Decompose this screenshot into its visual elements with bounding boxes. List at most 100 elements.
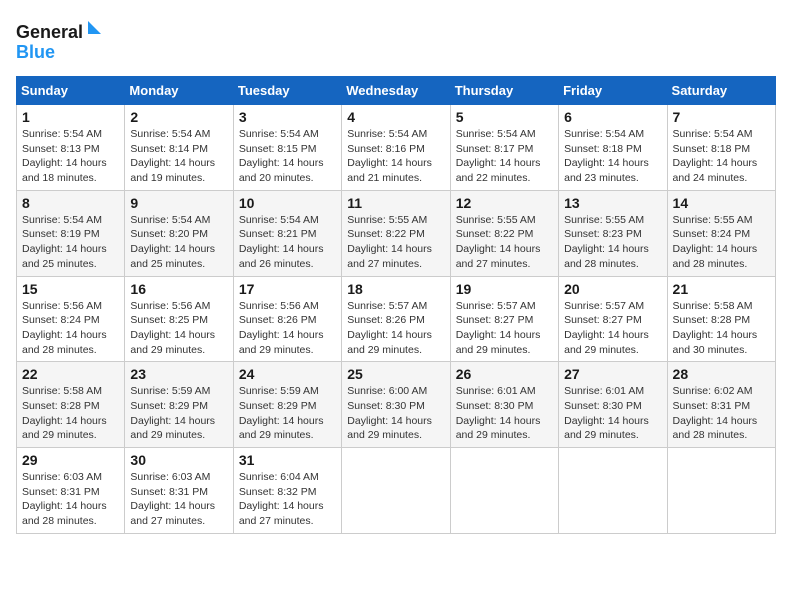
day-info: Sunrise: 5:59 AMSunset: 8:29 PMDaylight:… xyxy=(239,384,336,443)
day-number: 26 xyxy=(456,366,553,382)
day-number: 13 xyxy=(564,195,661,211)
weekday-header-row: SundayMondayTuesdayWednesdayThursdayFrid… xyxy=(17,77,776,105)
day-number: 4 xyxy=(347,109,444,125)
calendar-week-row: 8 Sunrise: 5:54 AMSunset: 8:19 PMDayligh… xyxy=(17,190,776,276)
day-info: Sunrise: 5:54 AMSunset: 8:19 PMDaylight:… xyxy=(22,213,119,272)
calendar-week-row: 15 Sunrise: 5:56 AMSunset: 8:24 PMDaylig… xyxy=(17,276,776,362)
day-number: 22 xyxy=(22,366,119,382)
svg-text:General: General xyxy=(16,22,83,42)
day-info: Sunrise: 5:56 AMSunset: 8:26 PMDaylight:… xyxy=(239,299,336,358)
header: GeneralBlue xyxy=(16,16,776,66)
calendar-cell: 19 Sunrise: 5:57 AMSunset: 8:27 PMDaylig… xyxy=(450,276,558,362)
day-number: 20 xyxy=(564,281,661,297)
calendar-cell: 7 Sunrise: 5:54 AMSunset: 8:18 PMDayligh… xyxy=(667,105,775,191)
calendar-cell: 25 Sunrise: 6:00 AMSunset: 8:30 PMDaylig… xyxy=(342,362,450,448)
calendar-cell: 6 Sunrise: 5:54 AMSunset: 8:18 PMDayligh… xyxy=(559,105,667,191)
calendar-cell: 22 Sunrise: 5:58 AMSunset: 8:28 PMDaylig… xyxy=(17,362,125,448)
calendar-cell: 13 Sunrise: 5:55 AMSunset: 8:23 PMDaylig… xyxy=(559,190,667,276)
day-number: 11 xyxy=(347,195,444,211)
day-number: 15 xyxy=(22,281,119,297)
day-info: Sunrise: 5:54 AMSunset: 8:16 PMDaylight:… xyxy=(347,127,444,186)
day-info: Sunrise: 5:54 AMSunset: 8:13 PMDaylight:… xyxy=(22,127,119,186)
day-number: 19 xyxy=(456,281,553,297)
day-number: 23 xyxy=(130,366,227,382)
day-number: 18 xyxy=(347,281,444,297)
calendar-cell: 29 Sunrise: 6:03 AMSunset: 8:31 PMDaylig… xyxy=(17,448,125,534)
calendar-week-row: 1 Sunrise: 5:54 AMSunset: 8:13 PMDayligh… xyxy=(17,105,776,191)
day-info: Sunrise: 5:56 AMSunset: 8:24 PMDaylight:… xyxy=(22,299,119,358)
calendar-cell: 4 Sunrise: 5:54 AMSunset: 8:16 PMDayligh… xyxy=(342,105,450,191)
day-info: Sunrise: 5:55 AMSunset: 8:22 PMDaylight:… xyxy=(347,213,444,272)
calendar-cell: 24 Sunrise: 5:59 AMSunset: 8:29 PMDaylig… xyxy=(233,362,341,448)
day-info: Sunrise: 5:59 AMSunset: 8:29 PMDaylight:… xyxy=(130,384,227,443)
weekday-header-tuesday: Tuesday xyxy=(233,77,341,105)
calendar-cell: 21 Sunrise: 5:58 AMSunset: 8:28 PMDaylig… xyxy=(667,276,775,362)
calendar-cell: 14 Sunrise: 5:55 AMSunset: 8:24 PMDaylig… xyxy=(667,190,775,276)
calendar-week-row: 22 Sunrise: 5:58 AMSunset: 8:28 PMDaylig… xyxy=(17,362,776,448)
calendar-cell: 23 Sunrise: 5:59 AMSunset: 8:29 PMDaylig… xyxy=(125,362,233,448)
day-number: 8 xyxy=(22,195,119,211)
day-info: Sunrise: 5:54 AMSunset: 8:17 PMDaylight:… xyxy=(456,127,553,186)
calendar-cell xyxy=(667,448,775,534)
day-info: Sunrise: 6:01 AMSunset: 8:30 PMDaylight:… xyxy=(564,384,661,443)
day-info: Sunrise: 6:02 AMSunset: 8:31 PMDaylight:… xyxy=(673,384,770,443)
weekday-header-thursday: Thursday xyxy=(450,77,558,105)
day-info: Sunrise: 5:54 AMSunset: 8:18 PMDaylight:… xyxy=(673,127,770,186)
calendar-cell: 18 Sunrise: 5:57 AMSunset: 8:26 PMDaylig… xyxy=(342,276,450,362)
calendar-cell: 31 Sunrise: 6:04 AMSunset: 8:32 PMDaylig… xyxy=(233,448,341,534)
day-number: 31 xyxy=(239,452,336,468)
day-info: Sunrise: 5:57 AMSunset: 8:27 PMDaylight:… xyxy=(564,299,661,358)
calendar-week-row: 29 Sunrise: 6:03 AMSunset: 8:31 PMDaylig… xyxy=(17,448,776,534)
calendar-cell: 2 Sunrise: 5:54 AMSunset: 8:14 PMDayligh… xyxy=(125,105,233,191)
day-number: 28 xyxy=(673,366,770,382)
weekday-header-saturday: Saturday xyxy=(667,77,775,105)
day-info: Sunrise: 5:58 AMSunset: 8:28 PMDaylight:… xyxy=(22,384,119,443)
day-info: Sunrise: 5:56 AMSunset: 8:25 PMDaylight:… xyxy=(130,299,227,358)
day-info: Sunrise: 5:57 AMSunset: 8:27 PMDaylight:… xyxy=(456,299,553,358)
day-info: Sunrise: 6:03 AMSunset: 8:31 PMDaylight:… xyxy=(130,470,227,529)
day-number: 17 xyxy=(239,281,336,297)
day-number: 24 xyxy=(239,366,336,382)
calendar-cell: 20 Sunrise: 5:57 AMSunset: 8:27 PMDaylig… xyxy=(559,276,667,362)
calendar-cell xyxy=(559,448,667,534)
calendar-cell: 1 Sunrise: 5:54 AMSunset: 8:13 PMDayligh… xyxy=(17,105,125,191)
calendar-cell xyxy=(450,448,558,534)
day-number: 29 xyxy=(22,452,119,468)
calendar-cell: 16 Sunrise: 5:56 AMSunset: 8:25 PMDaylig… xyxy=(125,276,233,362)
calendar-cell: 26 Sunrise: 6:01 AMSunset: 8:30 PMDaylig… xyxy=(450,362,558,448)
logo: GeneralBlue xyxy=(16,16,106,66)
calendar-cell xyxy=(342,448,450,534)
day-number: 27 xyxy=(564,366,661,382)
calendar-cell: 3 Sunrise: 5:54 AMSunset: 8:15 PMDayligh… xyxy=(233,105,341,191)
day-number: 21 xyxy=(673,281,770,297)
day-number: 6 xyxy=(564,109,661,125)
calendar-cell: 15 Sunrise: 5:56 AMSunset: 8:24 PMDaylig… xyxy=(17,276,125,362)
day-number: 10 xyxy=(239,195,336,211)
day-number: 7 xyxy=(673,109,770,125)
day-info: Sunrise: 5:54 AMSunset: 8:18 PMDaylight:… xyxy=(564,127,661,186)
calendar-cell: 8 Sunrise: 5:54 AMSunset: 8:19 PMDayligh… xyxy=(17,190,125,276)
day-info: Sunrise: 5:58 AMSunset: 8:28 PMDaylight:… xyxy=(673,299,770,358)
day-info: Sunrise: 5:54 AMSunset: 8:14 PMDaylight:… xyxy=(130,127,227,186)
weekday-header-friday: Friday xyxy=(559,77,667,105)
logo-svg: GeneralBlue xyxy=(16,16,106,66)
day-info: Sunrise: 5:55 AMSunset: 8:23 PMDaylight:… xyxy=(564,213,661,272)
day-info: Sunrise: 6:03 AMSunset: 8:31 PMDaylight:… xyxy=(22,470,119,529)
day-info: Sunrise: 5:57 AMSunset: 8:26 PMDaylight:… xyxy=(347,299,444,358)
day-info: Sunrise: 5:54 AMSunset: 8:21 PMDaylight:… xyxy=(239,213,336,272)
calendar-cell: 10 Sunrise: 5:54 AMSunset: 8:21 PMDaylig… xyxy=(233,190,341,276)
day-number: 25 xyxy=(347,366,444,382)
calendar-cell: 27 Sunrise: 6:01 AMSunset: 8:30 PMDaylig… xyxy=(559,362,667,448)
calendar-cell: 5 Sunrise: 5:54 AMSunset: 8:17 PMDayligh… xyxy=(450,105,558,191)
day-info: Sunrise: 6:00 AMSunset: 8:30 PMDaylight:… xyxy=(347,384,444,443)
weekday-header-wednesday: Wednesday xyxy=(342,77,450,105)
day-number: 14 xyxy=(673,195,770,211)
day-number: 2 xyxy=(130,109,227,125)
calendar-cell: 12 Sunrise: 5:55 AMSunset: 8:22 PMDaylig… xyxy=(450,190,558,276)
calendar-cell: 17 Sunrise: 5:56 AMSunset: 8:26 PMDaylig… xyxy=(233,276,341,362)
calendar-cell: 9 Sunrise: 5:54 AMSunset: 8:20 PMDayligh… xyxy=(125,190,233,276)
day-number: 3 xyxy=(239,109,336,125)
day-info: Sunrise: 6:04 AMSunset: 8:32 PMDaylight:… xyxy=(239,470,336,529)
weekday-header-monday: Monday xyxy=(125,77,233,105)
calendar-cell: 28 Sunrise: 6:02 AMSunset: 8:31 PMDaylig… xyxy=(667,362,775,448)
